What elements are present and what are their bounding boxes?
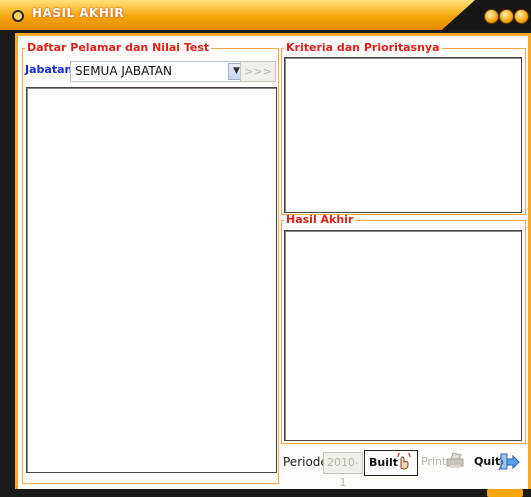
exit-arrow-icon — [498, 452, 520, 481]
final-result-list[interactable] — [284, 230, 522, 441]
window: HASIL AKHIR Daftar Pelamar dan Nilai Tes… — [0, 0, 531, 497]
print-label: Print — [421, 455, 447, 468]
printer-icon — [445, 452, 465, 479]
jabatan-label: Jabatan — [25, 63, 73, 76]
jabatan-select-value: SEMUA JABATAN — [75, 64, 172, 78]
built-button[interactable]: Built — [364, 450, 418, 476]
built-label: Built — [369, 456, 399, 469]
criteria-legend: Kriteria dan Prioritasnya — [286, 41, 440, 54]
final-result-legend: Hasil Akhir — [286, 213, 354, 226]
resize-grip[interactable] — [487, 489, 523, 497]
title-bar[interactable]: HASIL AKHIR — [0, 0, 531, 30]
print-button[interactable]: Print — [417, 450, 469, 474]
quit-label: Quit — [474, 455, 501, 468]
maximize-button[interactable] — [499, 9, 514, 24]
hand-icon — [395, 450, 413, 480]
close-button[interactable] — [514, 9, 529, 24]
minimize-button[interactable] — [484, 9, 499, 24]
jabatan-select[interactable]: SEMUA JABATAN ▼ — [70, 61, 247, 82]
applicant-list[interactable] — [26, 87, 277, 473]
window-menu-icon[interactable] — [12, 10, 24, 22]
status-strip — [0, 489, 531, 497]
criteria-list[interactable] — [284, 57, 522, 213]
quit-button[interactable]: Quit — [470, 450, 522, 474]
periode-label: Periode — [283, 455, 328, 469]
applicant-list-legend: Daftar Pelamar dan Nilai Test — [27, 41, 210, 54]
go-button[interactable]: >>> — [240, 61, 276, 82]
window-title: HASIL AKHIR — [32, 6, 125, 20]
periode-input[interactable]: 2010-1 — [323, 452, 363, 489]
